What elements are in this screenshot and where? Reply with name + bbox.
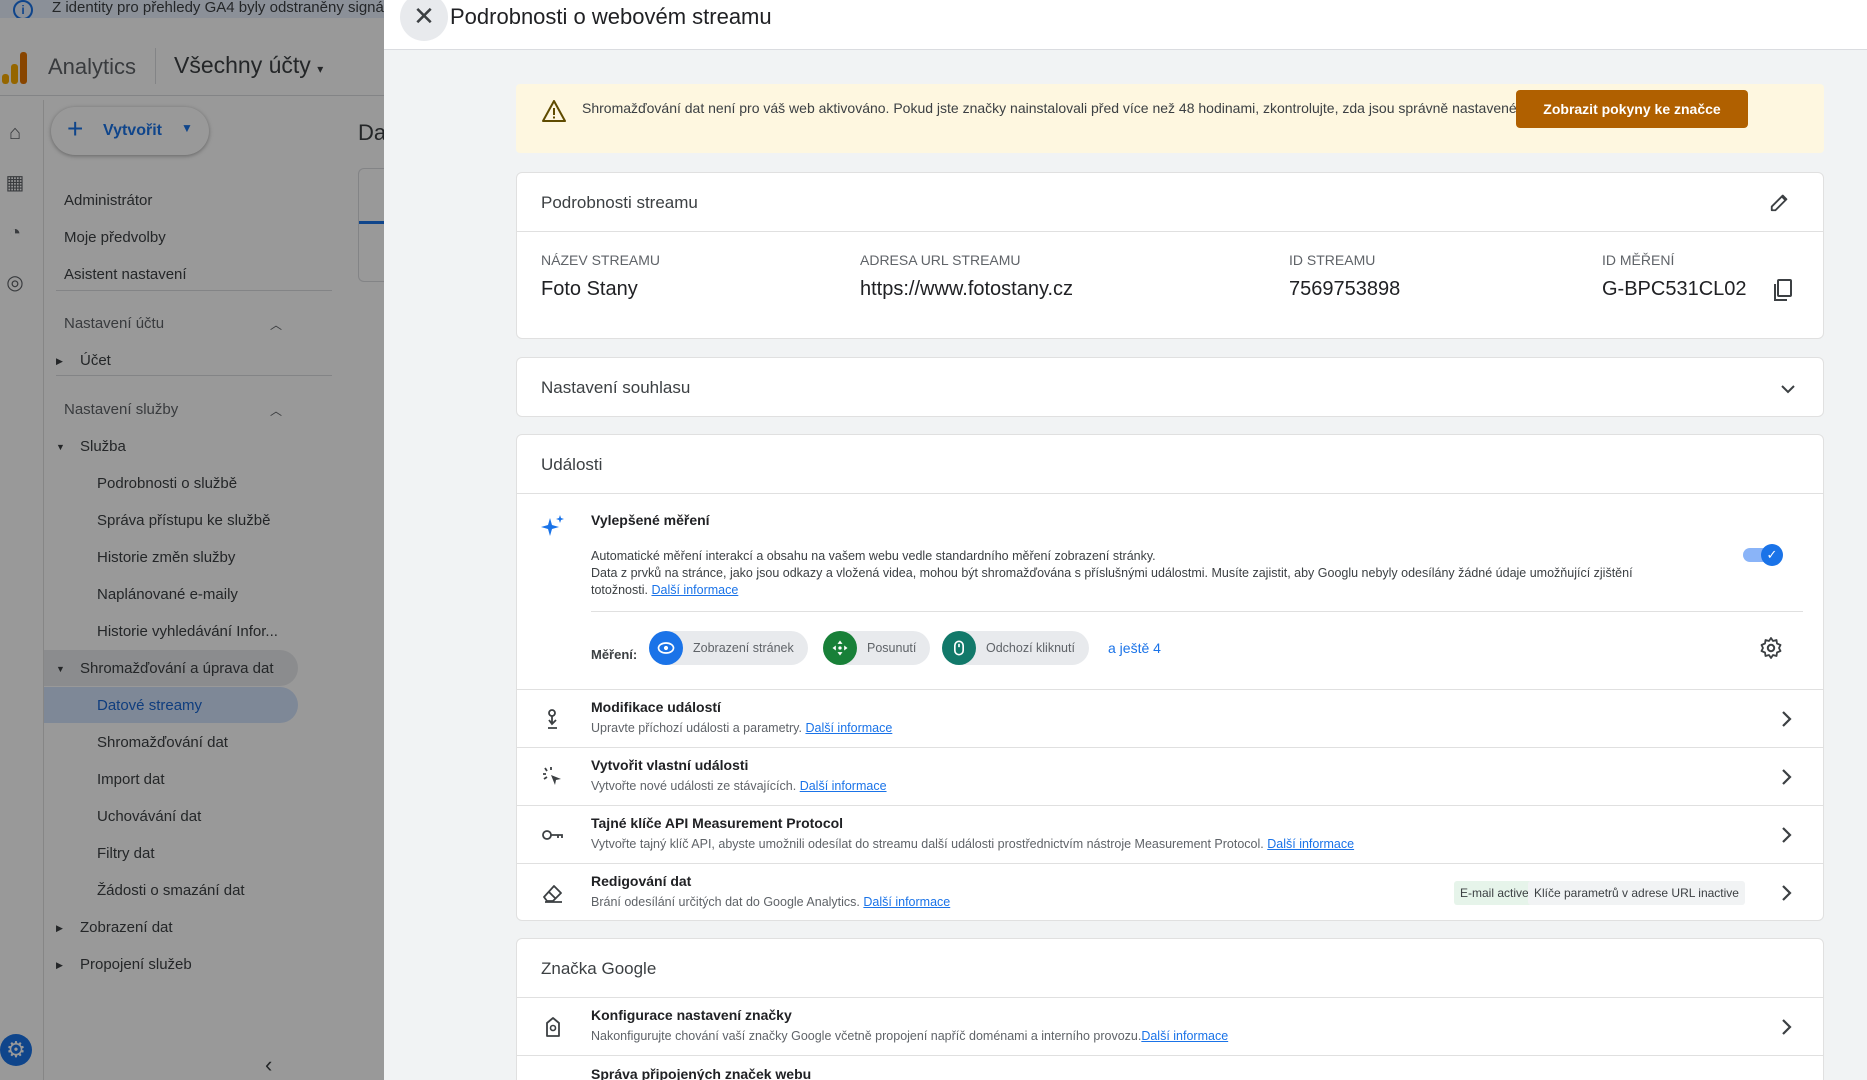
measurement-label: Měření: [591, 647, 638, 662]
chip-label: Odchozí kliknutí [986, 641, 1075, 655]
eraser-icon [543, 885, 562, 903]
stream-id-value: 7569753898 [1289, 278, 1401, 300]
stream-url-field: ADRESA URL STREAMU https://www.fotostany… [860, 252, 1073, 301]
key-icon [542, 830, 563, 840]
learn-more-link[interactable]: Další informace [1267, 837, 1354, 851]
web-stream-drawer: ✕ Podrobnosti o webovém streamu Shromažď… [384, 0, 1867, 1080]
chevron-right-icon [1782, 885, 1792, 901]
row-title: Konfigurace nastavení značky [591, 1007, 792, 1023]
mouse-icon [942, 631, 976, 665]
google-tag-heading: Značka Google [541, 959, 657, 978]
description-text: Data z prvků na stránce, jako jsou odkaz… [591, 566, 1633, 597]
chip-label: Posunutí [867, 641, 917, 655]
create-custom-events-row[interactable]: Vytvořit vlastní události Vytvořte nové … [517, 748, 1823, 806]
field-label: NÁZEV STREAMU [541, 252, 661, 268]
consent-settings-header[interactable]: Nastavení souhlasu [517, 358, 1823, 416]
event-modifications-row[interactable]: Modifikace událostí Upravte příchozí udá… [517, 690, 1823, 748]
edit-icon[interactable] [1769, 191, 1791, 213]
stream-url-value: https://www.fotostany.cz [860, 278, 1074, 300]
row-title: Vytvořit vlastní události [591, 757, 749, 773]
row-subtitle-text: Nakonfigurujte chování vaší značky Googl… [591, 1029, 1142, 1043]
stream-name-value: Foto Stany [541, 278, 638, 300]
row-title: Tajné klíče API Measurement Protocol [591, 815, 844, 831]
consent-settings-card[interactable]: Nastavení souhlasu [516, 357, 1824, 417]
consent-settings-heading: Nastavení souhlasu [541, 378, 691, 397]
data-redaction-row[interactable]: Redigování dat Brání odesílání určitých … [517, 864, 1823, 920]
drawer-header: ✕ Podrobnosti o webovém streamu [384, 0, 1867, 50]
events-card: Události Vylepšené měření Automatické mě… [516, 434, 1824, 921]
stream-id-field: ID STREAMU 7569753898 [1289, 252, 1400, 301]
row-subtitle-text: Vytvořte nové události ze stávajících. [591, 779, 797, 793]
check-icon: ✓ [1761, 544, 1783, 566]
row-subtitle: Brání odesílání určitých dat do Google A… [591, 895, 950, 909]
chevron-right-icon [1782, 769, 1792, 785]
chevron-right-icon [1782, 711, 1792, 727]
measurement-protocol-row[interactable]: Tajné klíče API Measurement Protocol Vyt… [517, 806, 1823, 864]
chevron-down-icon[interactable] [1779, 380, 1797, 398]
warning-banner: Shromažďování dat není pro váš web aktiv… [516, 84, 1824, 153]
field-label: ADRESA URL STREAMU [860, 252, 1021, 268]
eye-icon [649, 631, 683, 665]
row-subtitle-text: Vytvořte tajný klíč API, abyste umožnili… [591, 837, 1264, 851]
measurement-id-field: ID MĚŘENÍ G-BPC531CL02 [1602, 252, 1792, 301]
email-status-badge: E-mail active [1454, 881, 1535, 905]
chevron-right-icon [1782, 1019, 1792, 1035]
stream-details-card: Podrobnosti streamu NÁZEV STREAMU Foto S… [516, 172, 1824, 339]
enhanced-measurement-section: Vylepšené měření Automatické měření inte… [517, 494, 1823, 690]
row-title: Modifikace událostí [591, 699, 721, 715]
learn-more-link[interactable]: Další informace [863, 895, 950, 909]
chevron-right-icon [1782, 827, 1792, 843]
stream-name-field: NÁZEV STREAMU Foto Stany [541, 252, 660, 301]
enhanced-measurement-description: Automatické měření interakcí a obsahu na… [591, 548, 1671, 599]
show-tag-instructions-button[interactable]: Zobrazit pokyny ke značce [1516, 90, 1748, 128]
warning-icon [542, 100, 566, 122]
configure-tag-settings-row[interactable]: Konfigurace nastavení značky Nakonfiguru… [517, 998, 1823, 1056]
enhanced-measurement-toggle[interactable]: ✓ [1743, 544, 1783, 566]
chip-label: Zobrazení stránek [693, 641, 794, 655]
row-subtitle: Nakonfigurujte chování vaší značky Googl… [591, 1029, 1228, 1043]
warning-text: Shromažďování dat není pro váš web aktiv… [582, 100, 1521, 116]
enhanced-measurement-title: Vylepšené měření [591, 512, 710, 528]
row-subtitle-text: Brání odesílání určitých dat do Google A… [591, 895, 860, 909]
description-line: Data z prvků na stránce, jako jsou odkaz… [591, 565, 1671, 599]
events-header: Události [517, 435, 1823, 494]
scroll-icon [823, 631, 857, 665]
sparkle-icon [541, 515, 564, 536]
learn-more-link[interactable]: Další informace [651, 583, 738, 597]
field-label: ID MĚŘENÍ [1602, 252, 1675, 268]
row-title: Redigování dat [591, 873, 692, 889]
touch-icon [548, 709, 557, 729]
google-tag-card: Značka Google Konfigurace nastavení znač… [516, 938, 1824, 1080]
row-subtitle: Vytvořte tajný klíč API, abyste umožnili… [591, 837, 1354, 851]
description-line: Automatické měření interakcí a obsahu na… [591, 549, 1156, 563]
learn-more-link[interactable]: Další informace [805, 721, 892, 735]
chip-outbound-clicks[interactable]: Odchozí kliknutí [942, 631, 1089, 665]
divider [591, 611, 1803, 612]
chip-page-views[interactable]: Zobrazení stránek [649, 631, 808, 665]
scrim[interactable] [0, 0, 384, 1080]
stream-details-header: Podrobnosti streamu [517, 173, 1823, 232]
sparkle-click-icon [543, 767, 561, 785]
manage-connected-tags-row[interactable]: Správa připojených značek webu [517, 1056, 1823, 1080]
close-icon[interactable]: ✕ [400, 0, 448, 41]
events-heading: Události [541, 455, 603, 474]
tag-icon [546, 1017, 560, 1037]
field-label: ID STREAMU [1289, 252, 1376, 268]
learn-more-link[interactable]: Další informace [1141, 1029, 1228, 1043]
google-tag-header: Značka Google [517, 939, 1823, 998]
url-params-status-badge: Klíče parametrů v adrese URL inactive [1528, 881, 1745, 905]
copy-icon[interactable] [1772, 278, 1794, 302]
gear-icon[interactable] [1759, 636, 1783, 660]
row-title: Správa připojených značek webu [591, 1066, 812, 1080]
chip-scroll[interactable]: Posunutí [823, 631, 931, 665]
drawer-title: Podrobnosti o webovém streamu [450, 4, 772, 29]
learn-more-link[interactable]: Další informace [800, 779, 887, 793]
row-subtitle: Upravte příchozí události a parametry. D… [591, 721, 892, 735]
stream-details-heading: Podrobnosti streamu [541, 193, 698, 212]
measurement-id-value[interactable]: G-BPC531CL02 [1602, 278, 1747, 301]
more-measurements-link[interactable]: a ještě 4 [1108, 640, 1161, 656]
row-subtitle: Vytvořte nové události ze stávajících. D… [591, 779, 887, 793]
row-subtitle-text: Upravte příchozí události a parametry. [591, 721, 802, 735]
